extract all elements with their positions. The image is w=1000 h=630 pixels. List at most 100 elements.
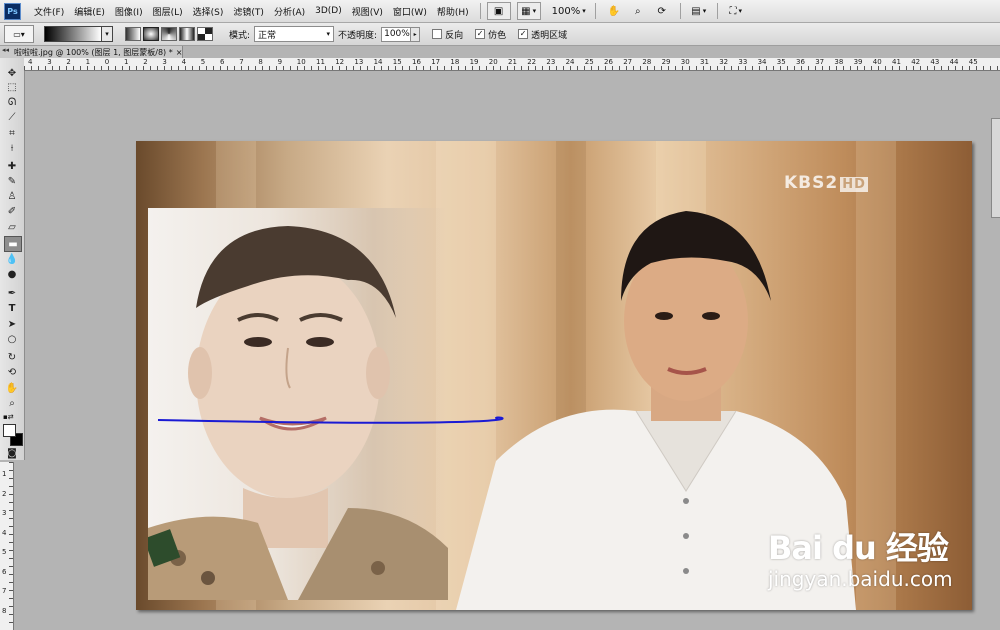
- shape-icon: ○: [7, 333, 17, 345]
- blend-mode-select[interactable]: 正常 ▾: [254, 26, 335, 42]
- healing-brush-tool[interactable]: ✚: [4, 159, 20, 173]
- v-ruler-label: 4: [2, 528, 7, 537]
- dodge-tool[interactable]: ●: [4, 267, 20, 281]
- menu-help[interactable]: 帮助(H): [437, 5, 469, 18]
- screen-mode-button[interactable]: ⛶ ▾: [724, 2, 748, 20]
- document-canvas[interactable]: KBS2 HD Bai du 经验 jingyan.baidu.com: [136, 141, 972, 610]
- default-colors-icon[interactable]: ▪⇄: [3, 413, 14, 421]
- opacity-input[interactable]: 100%: [381, 26, 412, 42]
- 3d-rotate-tool[interactable]: ↻: [4, 350, 20, 364]
- h-ruler-label: 19: [469, 58, 479, 66]
- shape-tool[interactable]: ○: [4, 332, 20, 346]
- checkmark-icon: ✓: [476, 29, 484, 38]
- opacity-value: 100%: [384, 29, 410, 39]
- menu-layer[interactable]: 图层(L): [153, 5, 183, 18]
- type-tool[interactable]: T: [4, 301, 20, 315]
- h-ruler-label: 38: [834, 58, 844, 66]
- options-bar: ▭▾ ▾ 模式: 正常 ▾ 不透明度: 100% ▸ 反向 ✓ 仿色 ✓ 透明区…: [0, 23, 1000, 46]
- gradient-editor-swatch[interactable]: [44, 26, 102, 42]
- transparency-checkbox[interactable]: ✓: [518, 29, 529, 39]
- menubar-divider: [479, 3, 481, 19]
- zoom-level: 100%: [551, 5, 581, 17]
- h-ruler-label: 33: [738, 58, 748, 66]
- v-ruler-label: 7: [2, 587, 7, 595]
- launch-bridge-button[interactable]: ▣: [486, 2, 511, 20]
- quick-select-tool[interactable]: ⟋: [4, 110, 20, 124]
- gradient-icon: ▬: [8, 238, 18, 250]
- zoom-icon: ⌕: [9, 397, 15, 409]
- menu-window[interactable]: 窗口(W): [393, 5, 427, 18]
- h-ruler-label: 7: [239, 58, 244, 66]
- vertical-ruler: 1 2 3 4 5 6 7 8: [0, 462, 14, 630]
- watermark-url: jingyan.baidu.com: [768, 567, 953, 591]
- watermark-brand: Bai du 经验: [768, 529, 949, 567]
- diamond-gradient-button[interactable]: [197, 27, 213, 41]
- reverse-checkbox[interactable]: [432, 29, 443, 39]
- zoom-tool-button[interactable]: ⌕: [626, 2, 650, 20]
- crop-tool[interactable]: ⌗: [4, 126, 20, 140]
- menu-image[interactable]: 图像(I): [115, 5, 143, 18]
- h-ruler-label: 40: [872, 58, 882, 66]
- collapse-panels-icon[interactable]: ◂◂: [2, 46, 9, 54]
- arrange-documents-button[interactable]: ▤ ▾: [687, 2, 711, 20]
- document-title: 啦啦啦.jpg @ 100% (图层 1, 图层蒙板/8) *: [14, 47, 173, 57]
- menu-filter[interactable]: 滤镜(T): [233, 5, 264, 18]
- radial-gradient-button[interactable]: [143, 27, 159, 41]
- marquee-tool[interactable]: ⬚: [4, 80, 20, 94]
- h-ruler-label: 12: [335, 58, 345, 66]
- reflected-gradient-button[interactable]: [179, 27, 195, 41]
- rotate-view-button[interactable]: ⟳: [650, 2, 674, 20]
- h-ruler-label: 14: [373, 58, 383, 66]
- history-brush-tool[interactable]: ✐: [4, 204, 20, 218]
- h-ruler-label: 1: [124, 58, 129, 66]
- clone-stamp-tool[interactable]: ♙: [4, 189, 20, 203]
- mode-label: 模式:: [229, 30, 251, 41]
- path-select-tool[interactable]: ➤: [4, 317, 20, 331]
- eraser-icon: ▱: [8, 221, 16, 233]
- h-ruler-label: 34: [757, 58, 767, 66]
- hand-tool-button[interactable]: ✋: [602, 2, 626, 20]
- clone-stamp-icon: ♙: [7, 190, 17, 202]
- gradient-picker-dropdown[interactable]: ▾: [102, 26, 113, 42]
- menu-select[interactable]: 选择(S): [193, 5, 224, 18]
- pen-tool[interactable]: ✒: [4, 286, 20, 300]
- menu-analysis[interactable]: 分析(A): [274, 5, 305, 18]
- brush-tool[interactable]: ✎: [4, 174, 20, 188]
- lasso-tool[interactable]: ᘏ: [4, 95, 20, 109]
- menu-3d[interactable]: 3D(D): [315, 6, 342, 16]
- zoom-level-dropdown[interactable]: 100% ▾: [549, 2, 589, 20]
- h-ruler-label: 21: [508, 58, 517, 66]
- foreground-color-swatch[interactable]: [3, 424, 16, 437]
- eyedropper-tool[interactable]: ⟊: [4, 141, 20, 155]
- screen-mode-icon: ⛶: [729, 5, 737, 17]
- close-tab-icon[interactable]: ×: [176, 48, 182, 57]
- h-ruler-label: 1: [85, 58, 91, 66]
- transparency-label: 透明区域: [531, 30, 568, 41]
- tool-preset-picker[interactable]: ▭▾: [4, 25, 34, 43]
- path-select-icon: ➤: [7, 318, 17, 330]
- angle-gradient-button[interactable]: [161, 27, 177, 41]
- zoom-tool[interactable]: ⌕: [4, 396, 20, 410]
- h-ruler-label: 24: [565, 58, 575, 66]
- quick-mask-button[interactable]: ◙: [4, 446, 20, 460]
- menu-edit[interactable]: 编辑(E): [74, 5, 105, 18]
- move-tool[interactable]: ✥: [4, 66, 20, 80]
- 3d-orbit-tool[interactable]: ⟲: [4, 365, 20, 379]
- h-ruler-label: 2: [66, 58, 71, 66]
- collapsed-panel-strip[interactable]: [991, 118, 1000, 218]
- v-ruler-label: 1: [2, 470, 7, 478]
- gradient-tool[interactable]: ▬: [4, 236, 22, 252]
- menu-view[interactable]: 视图(V): [352, 5, 383, 18]
- document-tab[interactable]: 啦啦啦.jpg @ 100% (图层 1, 图层蒙板/8) * ×: [0, 46, 183, 58]
- dither-checkbox[interactable]: ✓: [475, 29, 486, 39]
- hand-tool[interactable]: ✋: [4, 381, 20, 395]
- menu-file[interactable]: 文件(F): [34, 5, 64, 18]
- opacity-slider-button[interactable]: ▸: [411, 26, 421, 42]
- eraser-tool[interactable]: ▱: [4, 220, 20, 234]
- view-extras-button[interactable]: ▦ ▾: [516, 2, 541, 20]
- h-ruler-label: 4: [181, 58, 187, 66]
- magnifier-icon: ⌕: [634, 5, 641, 17]
- linear-gradient-button[interactable]: [125, 27, 141, 41]
- arrange-icon: ▤: [691, 5, 701, 17]
- blur-tool[interactable]: 💧: [4, 252, 20, 266]
